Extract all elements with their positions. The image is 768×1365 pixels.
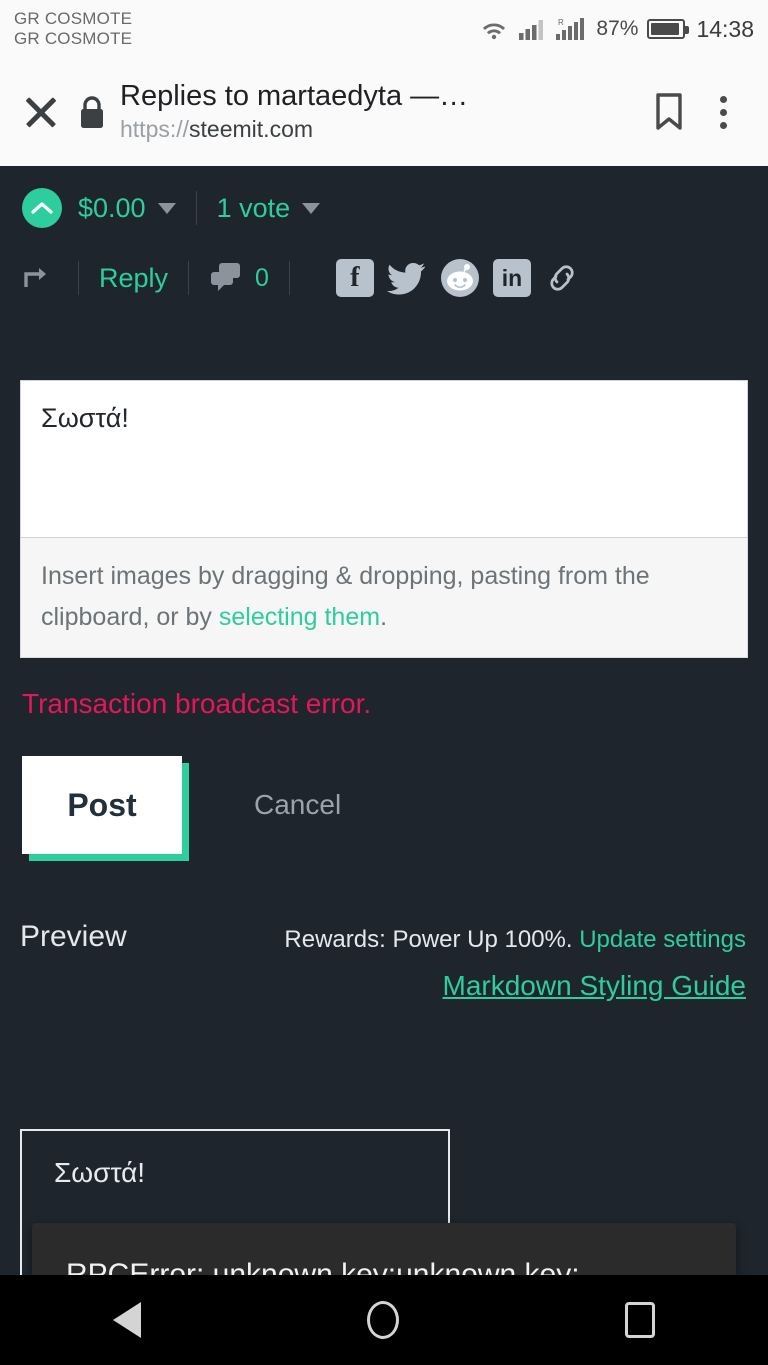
help-text-suffix: . xyxy=(380,602,388,631)
back-triangle-icon[interactable] xyxy=(113,1302,141,1338)
resteem-arrow-icon xyxy=(24,268,46,287)
copy-link-icon[interactable] xyxy=(544,261,580,295)
upvote-button[interactable] xyxy=(22,188,62,228)
carrier-line-2: GR COSMOTE xyxy=(14,29,133,48)
status-clock: 14:38 xyxy=(696,15,754,42)
steemit-page: $0.00 1 vote Reply 0 f in Σωστά! Insert … xyxy=(0,166,768,1365)
vote-count[interactable]: 1 vote xyxy=(217,193,291,224)
close-icon[interactable] xyxy=(18,89,64,135)
carrier-line-1: GR COSMOTE xyxy=(14,8,133,28)
battery-icon xyxy=(647,19,690,39)
android-status-bar: GR COSMOTE GR COSMOTE R 87% 14:38 xyxy=(0,0,768,58)
preview-header-row: Preview Rewards: Power Up 100%. Update s… xyxy=(0,920,768,1001)
post-payout-row: $0.00 1 vote xyxy=(0,166,768,228)
rewards-info: Rewards: Power Up 100%. Update settings xyxy=(284,926,746,954)
reply-textarea[interactable] xyxy=(20,380,748,538)
page-url: https://steemit.com xyxy=(120,115,636,144)
svg-text:R: R xyxy=(558,18,564,27)
bookmark-icon xyxy=(656,93,682,130)
divider xyxy=(188,261,190,295)
editor-help-text: Insert images by dragging & dropping, pa… xyxy=(20,538,748,658)
recents-square-icon[interactable] xyxy=(625,1302,655,1338)
editor-button-row: Post Cancel xyxy=(22,756,768,854)
rewards-text: Rewards: Power Up 100%. xyxy=(284,926,580,953)
payout-value[interactable]: $0.00 xyxy=(78,193,146,224)
reply-link[interactable]: Reply xyxy=(99,263,168,294)
status-icons: R 87% 14:38 xyxy=(479,16,754,43)
browser-toolbar: Replies to martaedyta —… https://steemit… xyxy=(0,58,768,166)
battery-percent-label: 87% xyxy=(596,17,639,40)
overflow-menu-button[interactable] xyxy=(696,95,750,129)
page-title: Replies to martaedyta —… xyxy=(120,79,469,112)
twitter-share-icon[interactable] xyxy=(386,261,427,295)
update-settings-link[interactable]: Update settings xyxy=(579,926,746,953)
carrier-labels: GR COSMOTE GR COSMOTE xyxy=(14,9,132,49)
roaming-signal-icon: R xyxy=(556,18,585,40)
post-action-row: Reply 0 f in xyxy=(0,242,768,314)
reddit-share-icon[interactable] xyxy=(440,258,480,298)
url-host: steemit.com xyxy=(189,116,314,143)
lock-icon xyxy=(64,93,120,131)
linkedin-share-icon[interactable]: in xyxy=(492,259,531,297)
preview-body-text: Σωστά! xyxy=(54,1157,146,1188)
android-nav-bar xyxy=(0,1275,768,1365)
preview-label: Preview xyxy=(20,920,127,953)
share-buttons: f in xyxy=(335,258,580,298)
divider xyxy=(195,191,197,225)
signal-bars-icon xyxy=(519,20,544,40)
comment-bubble-icon xyxy=(211,262,241,291)
chevron-down-icon[interactable] xyxy=(302,202,321,214)
transaction-error-message: Transaction broadcast error. xyxy=(22,688,372,719)
comment-count: 0 xyxy=(255,263,269,292)
wifi-icon xyxy=(483,23,506,40)
comment-button[interactable] xyxy=(209,261,243,296)
divider xyxy=(288,261,290,295)
url-scheme: https:// xyxy=(120,116,190,143)
cancel-button[interactable]: Cancel xyxy=(254,789,341,821)
overflow-menu-icon xyxy=(719,95,727,129)
reply-editor: Insert images by dragging & dropping, pa… xyxy=(20,380,748,658)
post-button[interactable]: Post xyxy=(22,756,182,854)
facebook-share-icon[interactable]: f xyxy=(335,259,374,297)
markdown-styling-guide-link[interactable]: Markdown Styling Guide xyxy=(443,970,746,1002)
select-images-link[interactable]: selecting them xyxy=(219,603,380,631)
divider xyxy=(78,261,79,295)
chevron-down-icon[interactable] xyxy=(157,202,176,214)
upvote-chevron-icon xyxy=(31,202,53,214)
bookmark-button[interactable] xyxy=(642,92,696,132)
resteem-button[interactable] xyxy=(22,265,58,291)
url-bar[interactable]: Replies to martaedyta —… https://steemit… xyxy=(120,80,642,144)
home-circle-icon[interactable] xyxy=(367,1301,399,1339)
phone-screen: GR COSMOTE GR COSMOTE R 87% 14:38 Replie… xyxy=(0,0,768,1365)
